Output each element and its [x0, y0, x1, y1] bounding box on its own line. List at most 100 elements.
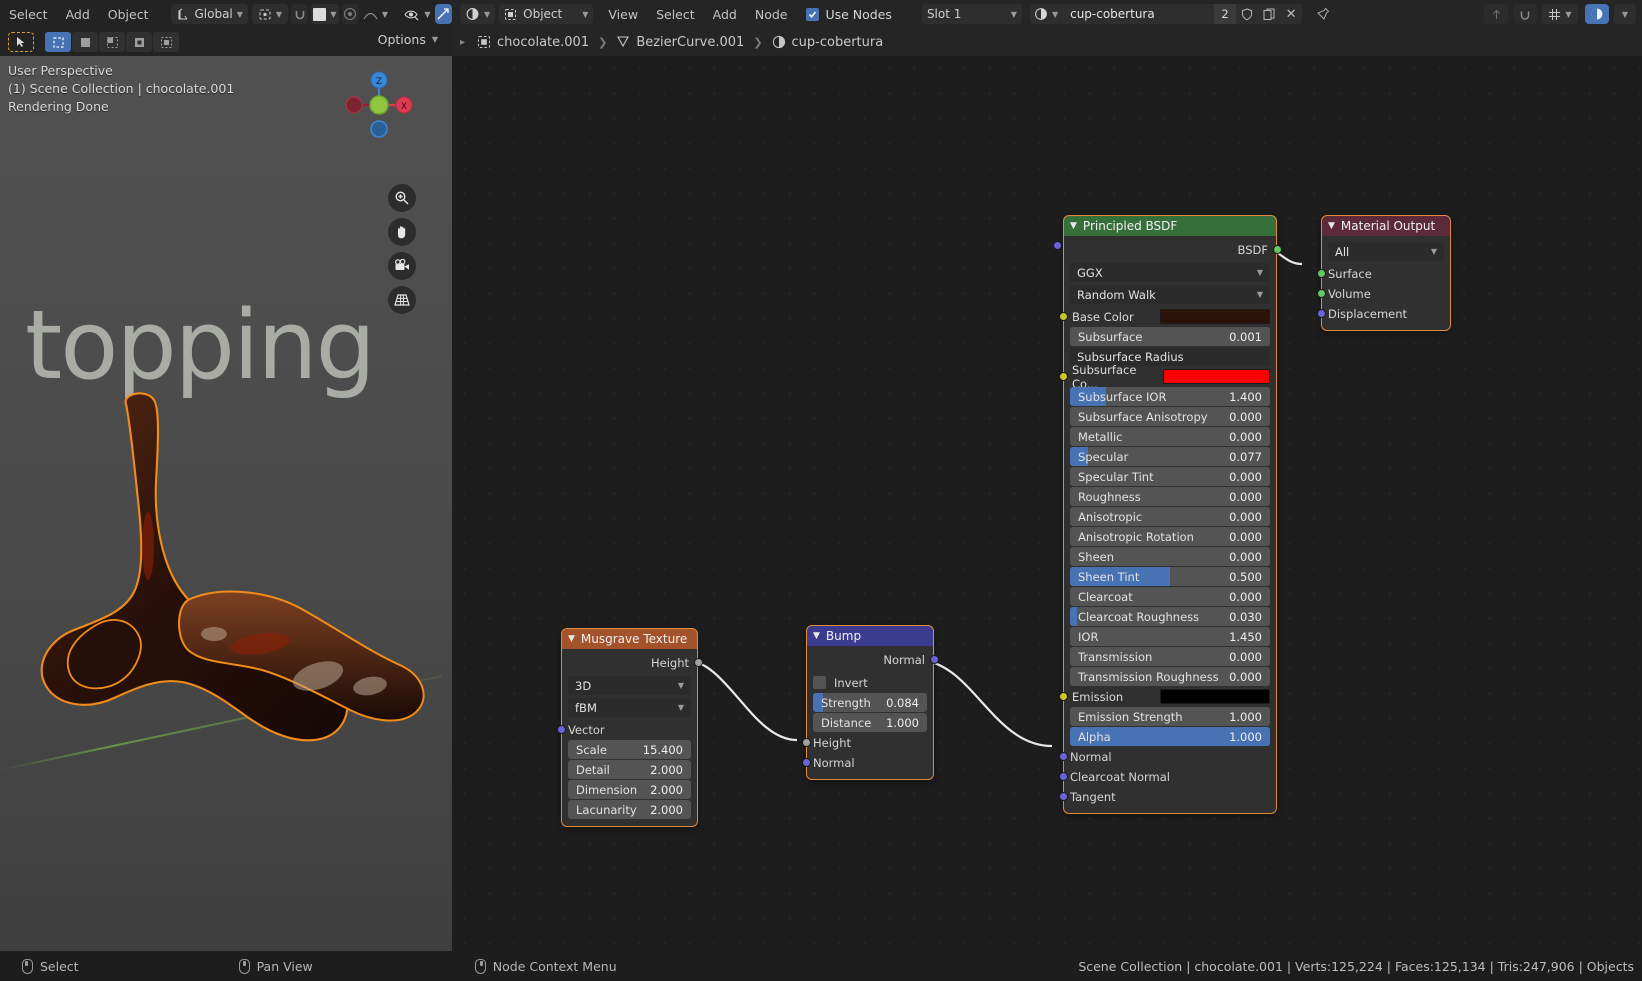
- overlays-toggle[interactable]: [434, 4, 452, 24]
- chevron-down-icon[interactable]: ▼: [813, 631, 820, 641]
- node-input-vector[interactable]: Vector: [556, 720, 697, 739]
- socket-input-surface[interactable]: [1316, 269, 1326, 278]
- node-header-material-output[interactable]: ▼ Material Output: [1322, 216, 1450, 236]
- principled-subsurface-anisotropy-field[interactable]: Subsurface Anisotropy 0.000: [1070, 407, 1270, 426]
- camera-icon[interactable]: [388, 252, 416, 280]
- musgrave-dimension-field[interactable]: Dimension 2.000: [568, 780, 691, 799]
- socket-input-tangent[interactable]: [1058, 792, 1068, 801]
- snap-magnet-toggle[interactable]: [291, 4, 309, 24]
- pivot-point-dropdown[interactable]: ▼: [251, 4, 289, 24]
- node-menu-node[interactable]: Node: [746, 4, 797, 25]
- material-users-count[interactable]: 2: [1214, 4, 1237, 24]
- emission-color-swatch[interactable]: [1160, 689, 1270, 704]
- breadcrumb-collapse-icon[interactable]: ▸: [460, 37, 465, 48]
- node-menu-select[interactable]: Select: [647, 4, 704, 25]
- principled-subsurface-field[interactable]: Subsurface 0.001: [1070, 327, 1270, 346]
- select-box-icon[interactable]: [45, 32, 71, 52]
- node-menu-add[interactable]: Add: [704, 4, 746, 25]
- principled-subsurface-method-dropdown[interactable]: Random Walk ▼: [1070, 285, 1270, 304]
- node-output-bsdf[interactable]: BSDF: [1064, 240, 1282, 259]
- node-musgrave-texture[interactable]: ▼ Musgrave Texture Height 3D ▼ fBM ▼ Vec…: [556, 628, 703, 827]
- zoom-icon[interactable]: [388, 184, 416, 212]
- proportional-editing-toggle[interactable]: [341, 4, 359, 24]
- principled-clearcoat-roughness-field[interactable]: Clearcoat Roughness 0.030: [1070, 607, 1270, 626]
- select-extend-icon[interactable]: [126, 32, 152, 52]
- musgrave-detail-field[interactable]: Detail 2.000: [568, 760, 691, 779]
- principled-specular-field[interactable]: Specular 0.077: [1070, 447, 1270, 466]
- principled-subsurface-color-row[interactable]: Subsurface Co...: [1058, 363, 1270, 391]
- principled-normal-input[interactable]: Normal: [1058, 747, 1276, 766]
- socket-input-emission[interactable]: [1058, 692, 1068, 701]
- musgrave-lacunarity-field[interactable]: Lacunarity 2.000: [568, 800, 691, 819]
- bump-distance-field[interactable]: Distance 1.000: [813, 713, 927, 732]
- breadcrumb-item-data[interactable]: BezierCurve.001: [636, 35, 744, 50]
- new-material-icon[interactable]: [1258, 4, 1281, 24]
- principled-ior-field[interactable]: IOR 1.450: [1070, 627, 1270, 646]
- chevron-down-icon[interactable]: ▼: [1070, 221, 1077, 231]
- principled-specular-tint-field[interactable]: Specular Tint 0.000: [1070, 467, 1270, 486]
- principled-metallic-field[interactable]: Metallic 0.000: [1070, 427, 1270, 446]
- musgrave-type-dropdown[interactable]: fBM ▼: [568, 698, 691, 717]
- visibility-eye-dropdown[interactable]: ▼: [403, 4, 432, 24]
- shader-type-dropdown[interactable]: Object ▼: [499, 4, 594, 24]
- breadcrumb-item-material[interactable]: cup-cobertura: [792, 35, 884, 50]
- editor-type-dropdown[interactable]: ▼: [460, 4, 496, 24]
- material-output-target-dropdown[interactable]: All ▼: [1328, 242, 1444, 261]
- breadcrumb-item-object[interactable]: chocolate.001: [497, 35, 589, 50]
- globe-icon[interactable]: [1585, 4, 1609, 24]
- material-browse-dropdown[interactable]: ▼: [1029, 4, 1063, 24]
- principled-clearcoat-normal-input[interactable]: Clearcoat Normal: [1058, 767, 1276, 786]
- tweak-tool-icon[interactable]: [8, 32, 34, 52]
- bump-strength-field[interactable]: Strength 0.084: [813, 693, 927, 712]
- viewport-3d[interactable]: User Perspective (1) Scene Collection | …: [0, 56, 452, 951]
- menu-select[interactable]: Select: [0, 4, 57, 25]
- node-bump[interactable]: ▼ Bump Normal Invert Strength 0.084 Dist…: [801, 625, 939, 780]
- socket-input-normal[interactable]: [801, 758, 811, 767]
- select-circle-icon[interactable]: [72, 32, 98, 52]
- material-name-field[interactable]: cup-cobertura: [1062, 4, 1215, 24]
- node-material-output[interactable]: ▼ Material Output All ▼ Surface Volume D…: [1316, 215, 1451, 331]
- snap-target-dropdown[interactable]: ▼: [311, 4, 339, 24]
- principled-alpha-field[interactable]: Alpha 1.000: [1070, 727, 1270, 746]
- transform-orientation-dropdown[interactable]: Global ▼: [171, 4, 248, 24]
- node-principled-bsdf[interactable]: ▼ Principled BSDF BSDF GGX ▼ Random Walk…: [1052, 215, 1282, 814]
- socket-input-displacement[interactable]: [1316, 309, 1326, 318]
- principled-sheen-tint-field[interactable]: Sheen Tint 0.500: [1070, 567, 1270, 586]
- principled-sheen-field[interactable]: Sheen 0.000: [1070, 547, 1270, 566]
- pan-hand-icon[interactable]: [388, 218, 416, 246]
- chocolate-topping-object[interactable]: [18, 386, 448, 776]
- shader-node-editor[interactable]: ▼ Musgrave Texture Height 3D ▼ fBM ▼ Vec…: [452, 56, 1642, 951]
- magnet-icon[interactable]: [1513, 4, 1537, 24]
- principled-anisotropic-rotation-field[interactable]: Anisotropic Rotation 0.000: [1070, 527, 1270, 546]
- socket-output-normal[interactable]: [929, 655, 939, 664]
- pin-icon[interactable]: [1316, 7, 1330, 21]
- menu-add[interactable]: Add: [57, 4, 99, 25]
- chevron-down-icon[interactable]: ▼: [568, 634, 575, 644]
- principled-transmission-roughness-field[interactable]: Transmission Roughness 0.000: [1070, 667, 1270, 686]
- perspective-toggle-icon[interactable]: [388, 286, 416, 314]
- falloff-dropdown[interactable]: ▼: [362, 4, 389, 24]
- socket-output-bsdf[interactable]: [1272, 245, 1282, 254]
- material-output-surface-input[interactable]: Surface: [1316, 264, 1450, 283]
- chevron-down-icon[interactable]: ▼: [1328, 221, 1335, 231]
- socket-input-volume[interactable]: [1316, 289, 1326, 298]
- principled-clearcoat-field[interactable]: Clearcoat 0.000: [1070, 587, 1270, 606]
- node-output-normal[interactable]: Normal: [807, 650, 939, 669]
- node-menu-view[interactable]: View: [599, 4, 647, 25]
- socket-output-height[interactable]: [693, 658, 703, 667]
- material-slot-dropdown[interactable]: Slot 1 ▼: [921, 4, 1022, 24]
- musgrave-scale-field[interactable]: Scale 15.400: [568, 740, 691, 759]
- node-header-bump[interactable]: ▼ Bump: [807, 626, 933, 646]
- socket-input-vector[interactable]: [556, 725, 566, 734]
- principled-base-color-row[interactable]: Base Color: [1058, 307, 1270, 326]
- navigation-gizmo[interactable]: Z X: [340, 66, 418, 144]
- arrow-up-icon[interactable]: [1484, 4, 1508, 24]
- unlink-x-icon[interactable]: ✕: [1280, 4, 1303, 24]
- subsurface-color-swatch[interactable]: [1163, 369, 1270, 384]
- menu-object[interactable]: Object: [99, 4, 158, 25]
- node-output-height[interactable]: Height: [562, 653, 703, 672]
- select-subtract-icon[interactable]: [153, 32, 179, 52]
- principled-subsurface-ior-field[interactable]: Subsurface IOR 1.400: [1070, 387, 1270, 406]
- node-input-normal[interactable]: Normal: [801, 753, 933, 772]
- fake-user-shield-icon[interactable]: [1236, 4, 1259, 24]
